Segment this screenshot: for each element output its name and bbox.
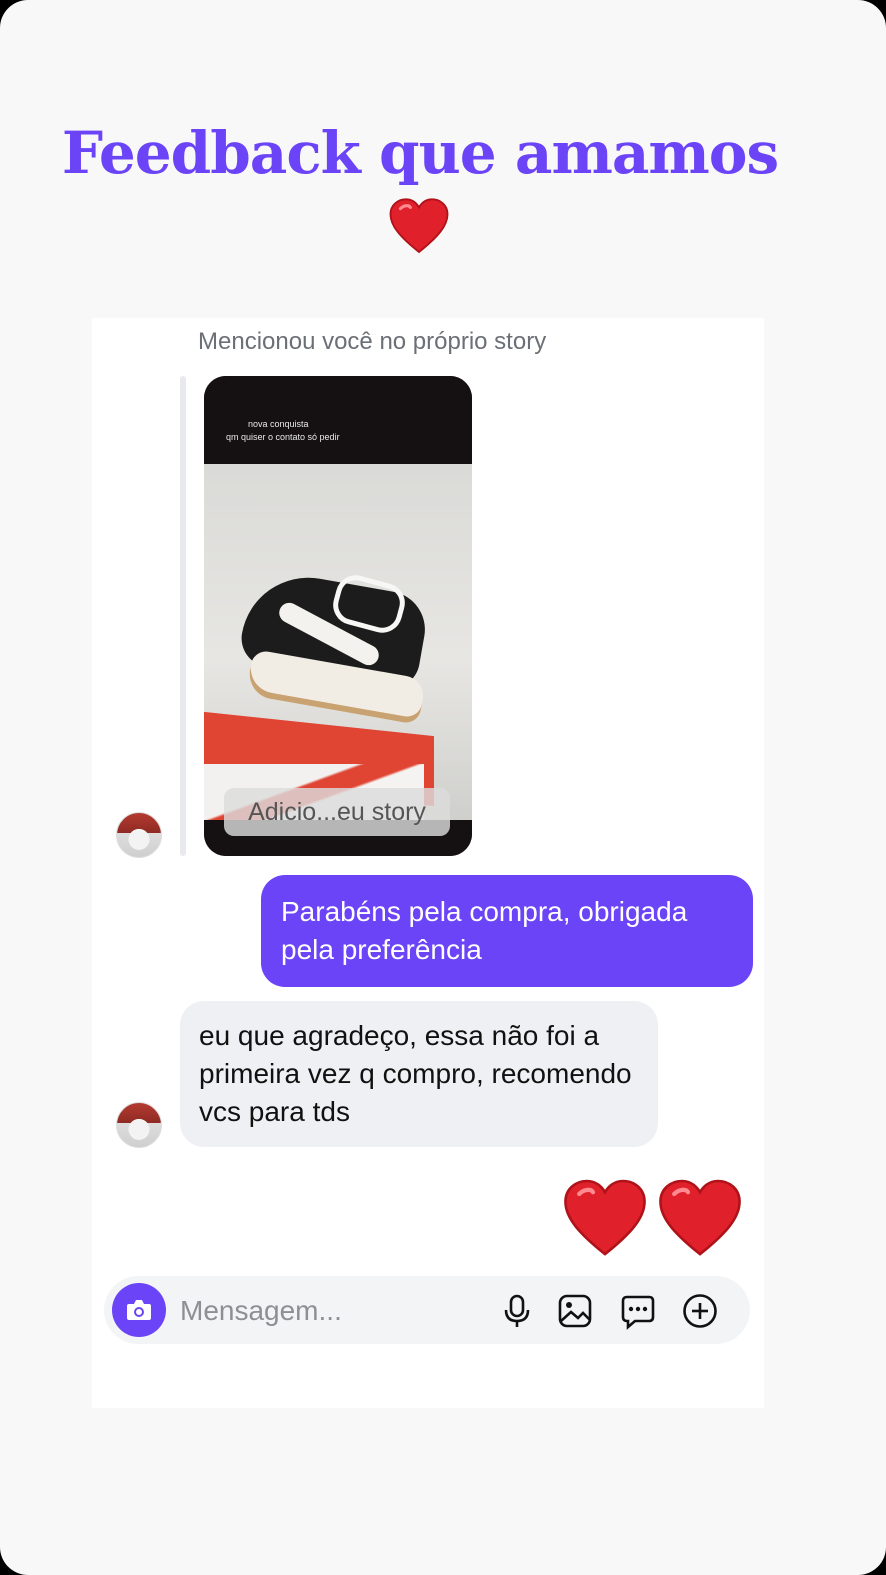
page-title: Feedback que amamos [61, 119, 779, 187]
avatar[interactable] [116, 812, 162, 858]
incoming-message[interactable]: eu que agradeço, essa não foi a primeira… [180, 1001, 658, 1147]
gallery-icon[interactable] [556, 1292, 594, 1330]
story-frame: Feedback que amamos Mencionou você no pr… [0, 0, 886, 1575]
story-caption-line: qm quiser o contato só pedir [226, 432, 340, 442]
message-input[interactable] [178, 1290, 482, 1332]
heart-icon[interactable] [562, 1176, 648, 1260]
message-composer [104, 1276, 750, 1344]
plus-icon[interactable] [681, 1292, 719, 1330]
chat-thread: Mencionou você no próprio story nova con… [92, 318, 764, 1408]
mention-label: Mencionou você no próprio story [198, 328, 547, 355]
add-to-story-button[interactable]: Adicio...eu story [224, 788, 450, 836]
heart-icon [388, 196, 450, 256]
sneaker-photo [204, 464, 472, 824]
story-caption: nova conquista qm quiser o contato só pe… [226, 418, 340, 444]
quote-bar [180, 376, 186, 856]
outgoing-message[interactable]: Parabéns pela compra, obrigada pela pref… [261, 875, 753, 987]
camera-icon [127, 1300, 151, 1320]
heart-icon[interactable] [657, 1176, 743, 1260]
microphone-icon[interactable] [498, 1292, 536, 1330]
sticker-icon[interactable] [619, 1292, 657, 1330]
story-caption-line: nova conquista [248, 419, 309, 429]
story-preview[interactable]: nova conquista qm quiser o contato só pe… [204, 376, 472, 856]
camera-button[interactable] [112, 1283, 166, 1337]
avatar[interactable] [116, 1102, 162, 1148]
